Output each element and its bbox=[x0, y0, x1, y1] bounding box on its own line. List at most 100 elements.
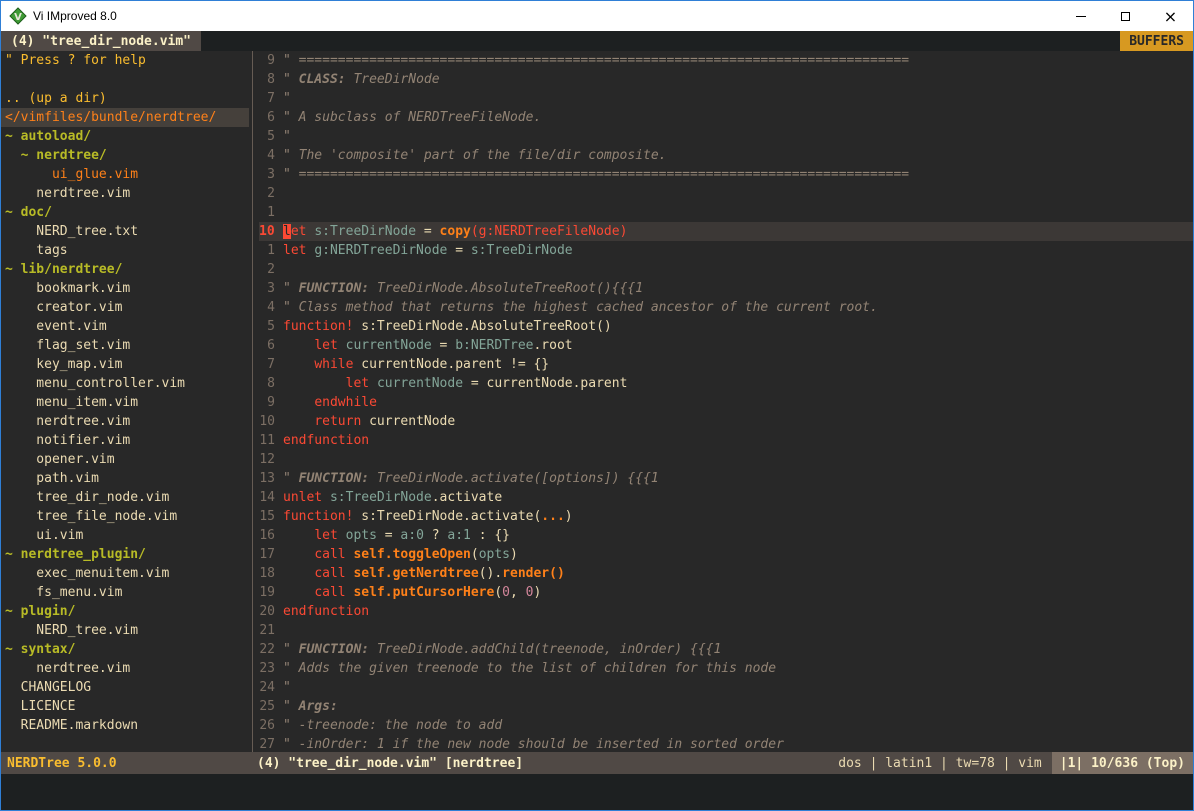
code-line[interactable]: 22" FUNCTION: TreeDirNode.addChild(treen… bbox=[259, 640, 1193, 659]
tree-item[interactable]: NERD_tree.txt bbox=[5, 222, 249, 241]
tree-item[interactable]: CHANGELOG bbox=[5, 678, 249, 697]
tree-item[interactable]: tree_file_node.vim bbox=[5, 507, 249, 526]
code-line[interactable]: 7" bbox=[259, 89, 1193, 108]
tree-item[interactable]: menu_item.vim bbox=[5, 393, 249, 412]
tree-item[interactable]: flag_set.vim bbox=[5, 336, 249, 355]
code-line[interactable]: 10 return currentNode bbox=[259, 412, 1193, 431]
code-line[interactable]: 24" bbox=[259, 678, 1193, 697]
code-line[interactable]: 15function! s:TreeDirNode.activate(...) bbox=[259, 507, 1193, 526]
tree-item[interactable]: event.vim bbox=[5, 317, 249, 336]
code-text: " ======================================… bbox=[283, 51, 909, 70]
line-number: 12 bbox=[259, 450, 283, 469]
tree-item[interactable]: ~ nerdtree/ bbox=[5, 146, 249, 165]
line-number: 1 bbox=[259, 203, 283, 222]
code-line[interactable]: 3" FUNCTION: TreeDirNode.AbsoluteTreeRoo… bbox=[259, 279, 1193, 298]
code-line[interactable]: 8 let currentNode = currentNode.parent bbox=[259, 374, 1193, 393]
tree-item[interactable]: menu_controller.vim bbox=[5, 374, 249, 393]
tree-item[interactable]: fs_menu.vim bbox=[5, 583, 249, 602]
code-line[interactable]: 7 while currentNode.parent != {} bbox=[259, 355, 1193, 374]
code-text: let g:NERDTreeDirNode = s:TreeDirNode bbox=[283, 241, 573, 260]
code-line[interactable]: 20endfunction bbox=[259, 602, 1193, 621]
tree-item[interactable]: tags bbox=[5, 241, 249, 260]
tree-item[interactable]: " Press ? for help bbox=[5, 51, 249, 70]
window-split-divider[interactable] bbox=[249, 51, 257, 752]
code-line[interactable]: 1let g:NERDTreeDirNode = s:TreeDirNode bbox=[259, 241, 1193, 260]
tree-item[interactable]: exec_menuitem.vim bbox=[5, 564, 249, 583]
tabline-fill bbox=[201, 31, 1120, 51]
tree-item[interactable]: key_map.vim bbox=[5, 355, 249, 374]
tree-item[interactable]: opener.vim bbox=[5, 450, 249, 469]
code-line[interactable]: 2 bbox=[259, 184, 1193, 203]
code-line[interactable]: 9" =====================================… bbox=[259, 51, 1193, 70]
line-number: 9 bbox=[259, 393, 283, 412]
code-line[interactable]: 2 bbox=[259, 260, 1193, 279]
tree-item[interactable]: ~ lib/nerdtree/ bbox=[5, 260, 249, 279]
tree-item[interactable]: README.markdown bbox=[5, 716, 249, 735]
code-line[interactable]: 16 let opts = a:0 ? a:1 : {} bbox=[259, 526, 1193, 545]
code-line[interactable]: 12 bbox=[259, 450, 1193, 469]
code-line[interactable]: 5function! s:TreeDirNode.AbsoluteTreeRoo… bbox=[259, 317, 1193, 336]
code-line[interactable]: 3" =====================================… bbox=[259, 165, 1193, 184]
code-line[interactable]: 6 let currentNode = b:NERDTree.root bbox=[259, 336, 1193, 355]
tree-item[interactable]: notifier.vim bbox=[5, 431, 249, 450]
code-line[interactable]: 4" The 'composite' part of the file/dir … bbox=[259, 146, 1193, 165]
code-line[interactable]: 11endfunction bbox=[259, 431, 1193, 450]
code-line[interactable]: 21 bbox=[259, 621, 1193, 640]
tab-tree-dir-node-vim[interactable]: (4) "tree_dir_node.vim" bbox=[1, 31, 201, 51]
code-line[interactable]: 8" CLASS: TreeDirNode bbox=[259, 70, 1193, 89]
close-button[interactable]: × bbox=[1148, 1, 1193, 31]
code-line[interactable]: 23" Adds the given treenode to the list … bbox=[259, 659, 1193, 678]
command-line[interactable] bbox=[1, 774, 1193, 810]
minimize-button[interactable] bbox=[1058, 1, 1103, 31]
code-text: call self.toggleOpen(opts) bbox=[283, 545, 518, 564]
code-line-current[interactable]: 10let s:TreeDirNode = copy(g:NERDTreeFil… bbox=[259, 222, 1193, 241]
tree-item[interactable]: ~ syntax/ bbox=[5, 640, 249, 659]
code-line[interactable]: 4" Class method that returns the highest… bbox=[259, 298, 1193, 317]
code-line[interactable]: 14unlet s:TreeDirNode.activate bbox=[259, 488, 1193, 507]
code-line[interactable]: 1 bbox=[259, 203, 1193, 222]
code-line[interactable]: 13" FUNCTION: TreeDirNode.activate([opti… bbox=[259, 469, 1193, 488]
code-line[interactable]: 18 call self.getNerdtree().render() bbox=[259, 564, 1193, 583]
code-line[interactable]: 26" -treenode: the node to add bbox=[259, 716, 1193, 735]
code-line[interactable]: 25" Args: bbox=[259, 697, 1193, 716]
code-line[interactable]: 19 call self.putCursorHere(0, 0) bbox=[259, 583, 1193, 602]
code-line[interactable]: 17 call self.toggleOpen(opts) bbox=[259, 545, 1193, 564]
code-text: " bbox=[283, 127, 291, 146]
text-cursor: l bbox=[283, 224, 291, 239]
code-line[interactable]: 9 endwhile bbox=[259, 393, 1193, 412]
code-text: " FUNCTION: TreeDirNode.activate([option… bbox=[283, 469, 659, 488]
line-number: 4 bbox=[259, 298, 283, 317]
svg-text:V: V bbox=[14, 12, 22, 23]
tree-item[interactable]: NERD_tree.vim bbox=[5, 621, 249, 640]
window-title: Vi IMproved 8.0 bbox=[33, 9, 1058, 23]
tree-item[interactable]: bookmark.vim bbox=[5, 279, 249, 298]
tree-item[interactable]: nerdtree.vim bbox=[5, 184, 249, 203]
line-number: 19 bbox=[259, 583, 283, 602]
tree-item[interactable]: creator.vim bbox=[5, 298, 249, 317]
code-text: " Args: bbox=[283, 697, 338, 716]
tree-item[interactable]: nerdtree.vim bbox=[5, 412, 249, 431]
tree-item[interactable]: LICENCE bbox=[5, 697, 249, 716]
tree-item[interactable]: path.vim bbox=[5, 469, 249, 488]
tree-item[interactable]: tree_dir_node.vim bbox=[5, 488, 249, 507]
titlebar: V Vi IMproved 8.0 × bbox=[1, 1, 1193, 31]
tree-item[interactable]: ~ nerdtree_plugin/ bbox=[5, 545, 249, 564]
code-line[interactable]: 27" -inOrder: 1 if the new node should b… bbox=[259, 735, 1193, 752]
maximize-button[interactable] bbox=[1103, 1, 1148, 31]
line-number: 14 bbox=[259, 488, 283, 507]
tree-item[interactable]: ~ plugin/ bbox=[5, 602, 249, 621]
tree-item[interactable]: ~ doc/ bbox=[5, 203, 249, 222]
code-line[interactable]: 5" bbox=[259, 127, 1193, 146]
tree-item[interactable]: .. (up a dir) bbox=[5, 89, 249, 108]
code-text: " bbox=[283, 678, 291, 697]
tree-item[interactable]: ui.vim bbox=[5, 526, 249, 545]
statusline-fileinfo: dos | latin1 | tw=78 | vim bbox=[838, 756, 1052, 771]
tree-item[interactable]: nerdtree.vim bbox=[5, 659, 249, 678]
tree-item[interactable]: </vimfiles/bundle/nerdtree/ bbox=[1, 108, 249, 127]
line-number: 15 bbox=[259, 507, 283, 526]
code-line[interactable]: 6" A subclass of NERDTreeFileNode. bbox=[259, 108, 1193, 127]
vim-window: V Vi IMproved 8.0 × (4) "tree_dir_node.v… bbox=[0, 0, 1194, 811]
line-number: 27 bbox=[259, 735, 283, 752]
tree-item[interactable]: ~ autoload/ bbox=[5, 127, 249, 146]
tree-item[interactable]: ui_glue.vim bbox=[5, 165, 249, 184]
